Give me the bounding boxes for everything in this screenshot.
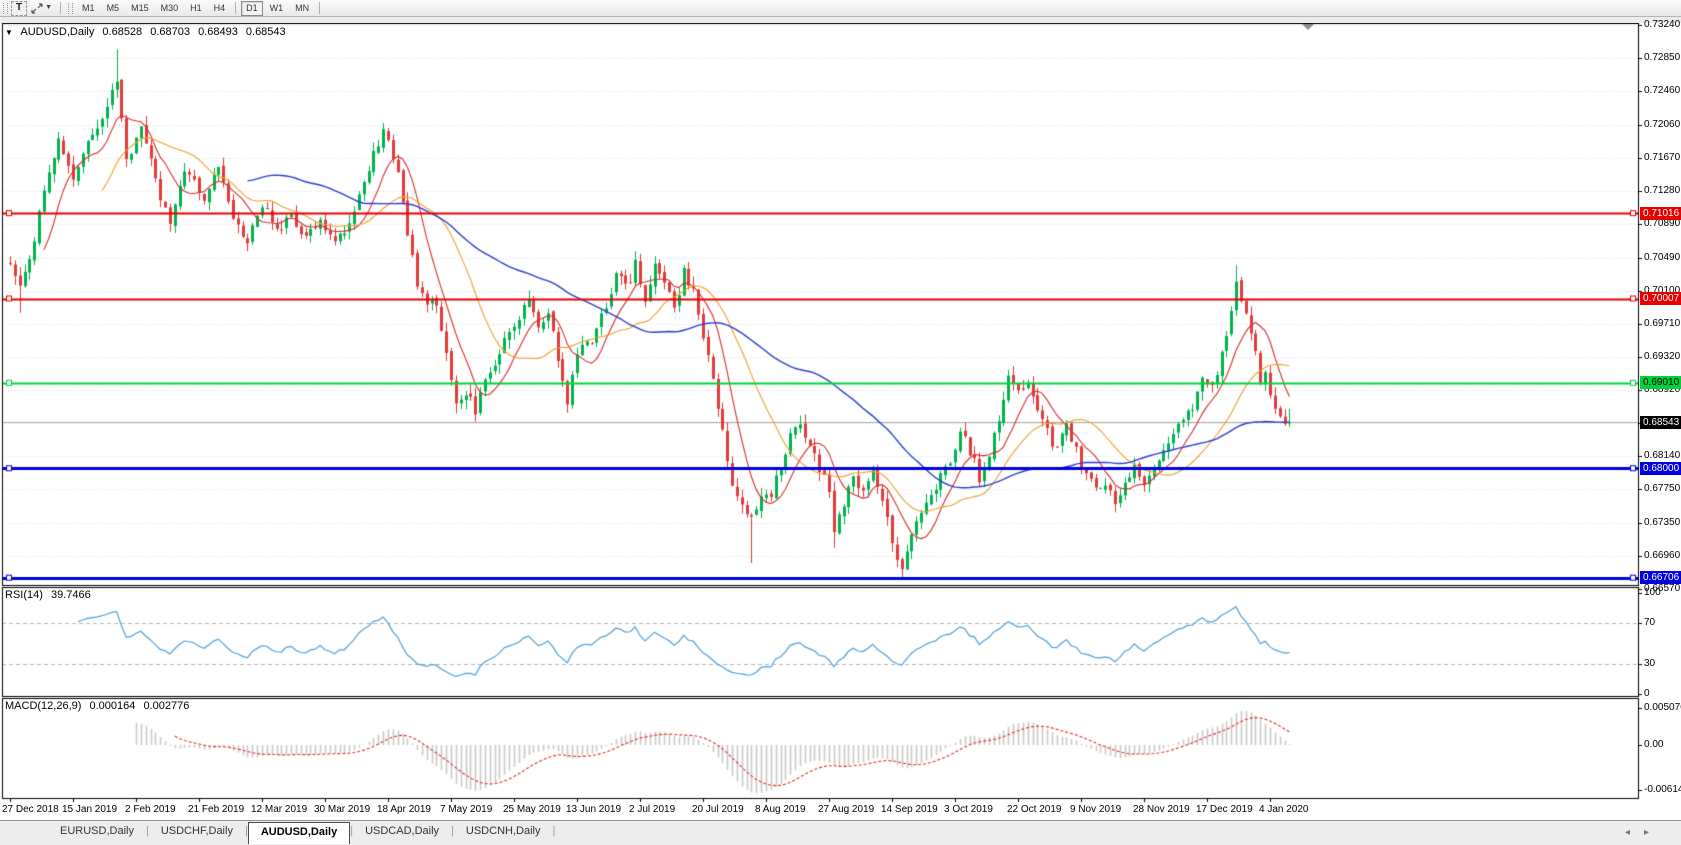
- toolbar-drag-handle[interactable]: [3, 2, 8, 14]
- timeframe-button-w1[interactable]: W1: [265, 1, 289, 16]
- chart-tab-usdchf-daily[interactable]: USDCHF,Daily: [149, 822, 245, 844]
- trading-terminal-window: T ▼ M1 M5 M15 M30 H1 H4 D1 W1 MN ▼ AUDUSD,Daily …: [0, 0, 1681, 845]
- tab-scroll-arrows: ◂▸: [1625, 827, 1663, 838]
- toolbar-separator: [60, 2, 62, 14]
- chart-tab-audusd-daily[interactable]: AUDUSD,Daily: [247, 822, 351, 844]
- timeframe-button-m1[interactable]: M1: [77, 1, 100, 16]
- timeframe-button-m30[interactable]: M30: [156, 1, 184, 16]
- tab-separator: |: [552, 825, 556, 837]
- arrows-object-tool-button[interactable]: ▼: [27, 1, 56, 16]
- toolbar-separator: [319, 2, 321, 14]
- tab-scroll-right-icon[interactable]: ▸: [1644, 827, 1663, 838]
- timeframe-button-d1[interactable]: D1: [241, 0, 263, 16]
- top-toolbar: T ▼ M1 M5 M15 M30 H1 H4 D1 W1 MN: [0, 0, 1681, 17]
- arrows-icon: [31, 2, 43, 14]
- timeframe-button-m15[interactable]: M15: [126, 1, 154, 16]
- timeframe-button-h4[interactable]: H4: [209, 1, 231, 16]
- toolbar-separator: [235, 2, 237, 14]
- timeframe-button-mn[interactable]: MN: [290, 1, 314, 16]
- toolbar-drag-handle[interactable]: [68, 2, 74, 14]
- timeframe-button-h1[interactable]: H1: [185, 1, 207, 16]
- timeframe-button-m5[interactable]: M5: [102, 1, 125, 16]
- price-chart-canvas[interactable]: [0, 23, 1681, 820]
- chart-area: ▼ AUDUSD,Daily 0.68528 0.68703 0.68493 0…: [0, 19, 1681, 820]
- chart-tab-usdcad-daily[interactable]: USDCAD,Daily: [353, 822, 451, 844]
- chart-tab-eurusd-daily[interactable]: EURUSD,Daily: [48, 822, 146, 844]
- chart-tab-usdcnh-daily[interactable]: USDCNH,Daily: [454, 822, 553, 844]
- tab-scroll-left-icon[interactable]: ◂: [1625, 827, 1644, 838]
- timeframe-button-group: M1 M5 M15 M30 H1 H4 D1 W1 MN: [76, 0, 315, 16]
- symbol-tab-bar: EURUSD,Daily | USDCHF,Daily | AUDUSD,Daily | U…: [0, 820, 1681, 845]
- chevron-down-icon[interactable]: ▼: [45, 2, 52, 14]
- text-tool-button[interactable]: T: [11, 0, 28, 16]
- tab-strip: EURUSD,Daily | USDCHF,Daily | AUDUSD,Daily | U…: [48, 821, 555, 844]
